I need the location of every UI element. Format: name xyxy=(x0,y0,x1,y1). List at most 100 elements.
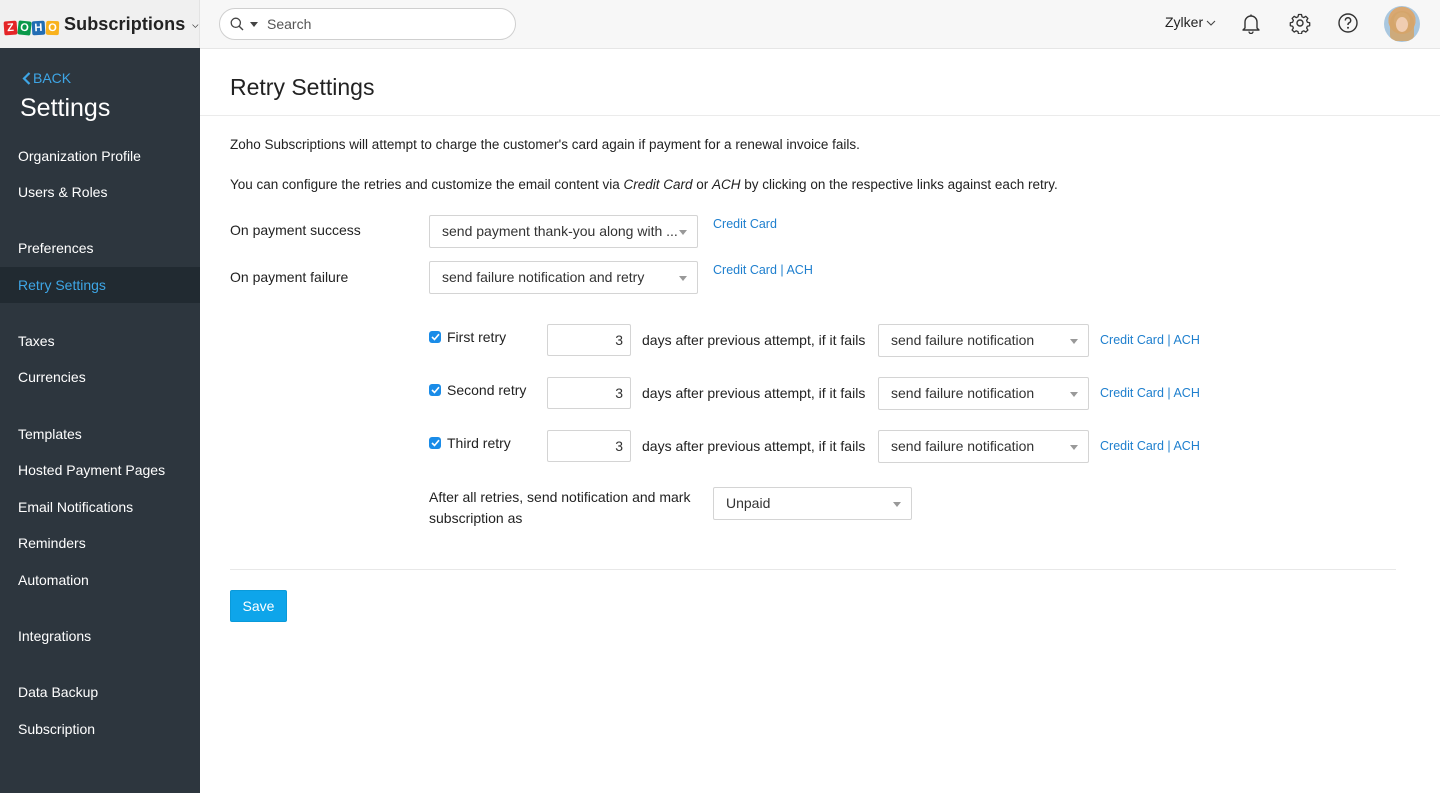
link-separator: | xyxy=(1167,333,1171,347)
page-title: Retry Settings xyxy=(230,74,375,100)
link-separator: | xyxy=(1167,386,1171,400)
checkbox-checked-icon[interactable] xyxy=(429,384,441,396)
main-content: Retry Settings Zoho Subscriptions will a… xyxy=(200,49,1440,793)
sidebar-item-taxes[interactable]: Taxes xyxy=(0,323,200,359)
caret-down-icon xyxy=(1070,339,1078,344)
after-all-retries-label: After all retries, send notification and… xyxy=(429,489,691,526)
third-retry-days-input[interactable] xyxy=(547,430,631,462)
sidebar-item-automation[interactable]: Automation xyxy=(0,562,200,598)
sidebar-item-hosted-payment-pages[interactable]: Hosted Payment Pages xyxy=(0,452,200,488)
on-success-select[interactable]: send payment thank-you along with ... xyxy=(429,215,698,248)
app-switcher[interactable]: Z O H O Subscriptions xyxy=(0,0,200,50)
final-status-select[interactable]: Unpaid xyxy=(713,487,912,520)
third-retry-ach-link[interactable]: ACH xyxy=(1173,439,1199,453)
checkbox-checked-icon[interactable] xyxy=(429,331,441,343)
sidebar-item-retry-settings[interactable]: Retry Settings xyxy=(0,267,200,303)
zoho-logo: Z O H O xyxy=(3,15,60,36)
sidebar-item-preferences[interactable]: Preferences xyxy=(0,230,200,266)
organization-switcher[interactable]: Zylker xyxy=(1165,14,1216,30)
on-failure-ach-link[interactable]: ACH xyxy=(786,263,812,277)
description-text: Zoho Subscriptions will attempt to charg… xyxy=(230,137,860,152)
on-failure-credit-card-link[interactable]: Credit Card xyxy=(713,263,777,277)
third-retry-links: Credit Card | ACH xyxy=(1100,439,1200,453)
sidebar-item-organization-profile[interactable]: Organization Profile xyxy=(0,138,200,174)
save-button[interactable]: Save xyxy=(230,590,287,622)
sidebar-item-subscription[interactable]: Subscription xyxy=(0,711,200,747)
sidebar-item-data-backup[interactable]: Data Backup xyxy=(0,674,200,710)
on-success-label: On payment success xyxy=(230,222,361,238)
logo-letter: O xyxy=(17,19,32,36)
third-retry-days-text: days after previous attempt, if it fails xyxy=(642,438,866,454)
org-name: Zylker xyxy=(1165,14,1204,30)
first-retry-days-text: days after previous attempt, if it fails xyxy=(642,332,866,348)
search-icon[interactable] xyxy=(230,17,244,31)
second-retry-links: Credit Card | ACH xyxy=(1100,386,1200,400)
first-retry-action-value: send failure notification xyxy=(891,332,1035,348)
back-label: Back xyxy=(33,70,72,86)
first-retry-credit-card-link[interactable]: Credit Card xyxy=(1100,333,1164,347)
gear-icon[interactable] xyxy=(1289,12,1311,34)
sidebar-item-email-notifications[interactable]: Email Notifications xyxy=(0,489,200,525)
second-retry-checkbox[interactable]: Second retry xyxy=(429,382,526,398)
second-retry-days-input[interactable] xyxy=(547,377,631,409)
search-filter-caret-icon[interactable] xyxy=(250,21,258,27)
second-retry-label: Second retry xyxy=(447,382,527,398)
app-name: Subscriptions xyxy=(64,14,186,34)
first-retry-ach-link[interactable]: ACH xyxy=(1173,333,1199,347)
third-retry-label: Third retry xyxy=(447,435,511,451)
final-status-value: Unpaid xyxy=(726,495,771,511)
hint-credit-card: Credit Card xyxy=(623,177,693,192)
search-box[interactable] xyxy=(219,8,516,40)
sidebar-item-users-roles[interactable]: Users & Roles xyxy=(0,174,200,210)
caret-down-icon xyxy=(679,276,687,281)
hint-part: by clicking on the respective links agai… xyxy=(740,177,1058,192)
form-divider xyxy=(230,569,1396,570)
checkbox-checked-icon[interactable] xyxy=(429,437,441,449)
top-bar: Z O H O Subscriptions Zylker xyxy=(0,0,1440,50)
second-retry-ach-link[interactable]: ACH xyxy=(1173,386,1199,400)
sidebar-item-templates[interactable]: Templates xyxy=(0,416,200,452)
link-separator: | xyxy=(780,263,784,277)
second-retry-days-text: days after previous attempt, if it fails xyxy=(642,385,866,401)
first-retry-checkbox[interactable]: First retry xyxy=(429,329,506,345)
bell-icon[interactable] xyxy=(1240,12,1262,34)
third-retry-action-value: send failure notification xyxy=(891,438,1035,454)
on-failure-value: send failure notification and retry xyxy=(442,269,645,285)
on-success-credit-card-link[interactable]: Credit Card xyxy=(713,217,777,231)
first-retry-action-select[interactable]: send failure notification xyxy=(878,324,1089,357)
chevron-down-icon xyxy=(192,23,199,28)
first-retry-label: First retry xyxy=(447,329,507,345)
back-link[interactable]: Back xyxy=(22,70,71,86)
sidebar-item-currencies[interactable]: Currencies xyxy=(0,359,200,395)
third-retry-credit-card-link[interactable]: Credit Card xyxy=(1100,439,1164,453)
on-failure-links: Credit Card | ACH xyxy=(713,263,813,277)
settings-sidebar: Back Settings Organization Profile Users… xyxy=(0,49,200,793)
logo-letter: Z xyxy=(3,20,18,35)
avatar-face xyxy=(1396,17,1408,32)
link-separator: | xyxy=(1167,439,1171,453)
hint-part: or xyxy=(692,177,713,192)
search-input[interactable] xyxy=(267,16,487,32)
configure-hint-text: You can configure the retries and custom… xyxy=(230,177,1058,192)
hint-ach: ACH xyxy=(712,177,741,192)
second-retry-credit-card-link[interactable]: Credit Card xyxy=(1100,386,1164,400)
caret-down-icon xyxy=(679,230,687,235)
help-icon[interactable] xyxy=(1337,12,1359,34)
second-retry-action-value: send failure notification xyxy=(891,385,1035,401)
first-retry-days-input[interactable] xyxy=(547,324,631,356)
on-failure-select[interactable]: send failure notification and retry xyxy=(429,261,698,294)
sidebar-item-reminders[interactable]: Reminders xyxy=(0,525,200,561)
sidebar-title: Settings xyxy=(20,94,111,122)
caret-down-icon xyxy=(1070,445,1078,450)
second-retry-action-select[interactable]: send failure notification xyxy=(878,377,1089,410)
hint-part: You can configure the retries and custom… xyxy=(230,177,624,192)
sidebar-item-integrations[interactable]: Integrations xyxy=(0,618,200,654)
caret-down-icon xyxy=(893,502,901,507)
user-avatar[interactable] xyxy=(1384,6,1420,42)
third-retry-checkbox[interactable]: Third retry xyxy=(429,435,511,451)
chevron-left-icon xyxy=(22,71,31,85)
third-retry-action-select[interactable]: send failure notification xyxy=(878,430,1089,463)
logo-letter: H xyxy=(31,20,46,35)
page-header: Retry Settings xyxy=(200,49,1440,116)
on-success-value: send payment thank-you along with ... xyxy=(442,223,678,239)
